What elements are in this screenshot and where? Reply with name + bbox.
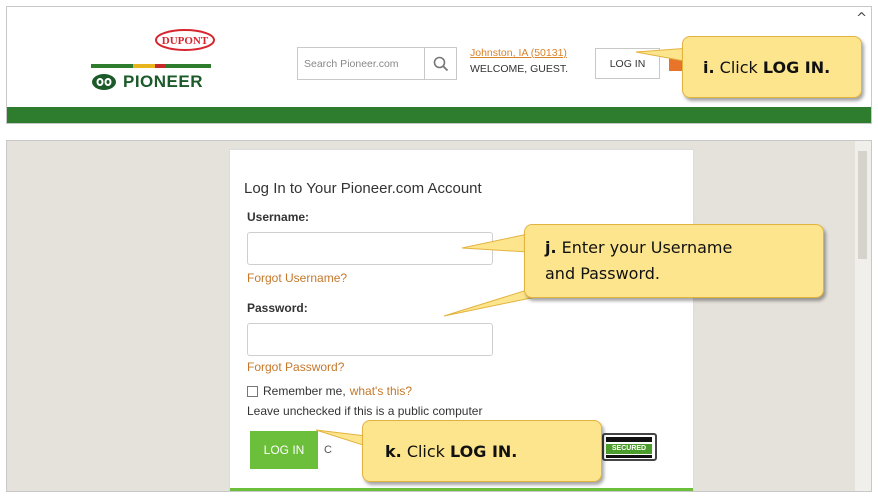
callout-i-text: Click: [719, 57, 758, 77]
callout-k-step: k.: [385, 441, 402, 461]
scrollbar[interactable]: [855, 141, 871, 491]
welcome-text: WELCOME, GUEST.: [470, 63, 569, 75]
remember-me-row: Remember me, what's this?: [247, 384, 412, 398]
callout-i-step: i.: [703, 57, 715, 77]
forgot-password-link[interactable]: Forgot Password?: [247, 360, 344, 374]
login-title: Log In to Your Pioneer.com Account: [244, 180, 482, 197]
callout-j-line2: and Password.: [545, 264, 661, 283]
callout-step-j: j. Enter your Username and Password.: [524, 224, 824, 298]
scroll-up-icon[interactable]: ^: [856, 11, 867, 26]
search-icon: [433, 56, 448, 71]
secured-badge: SECURED: [602, 433, 657, 461]
username-input[interactable]: [247, 232, 493, 265]
search-input[interactable]: [298, 48, 423, 79]
login-submit-button[interactable]: LOG IN: [250, 431, 318, 469]
forgot-username-link[interactable]: Forgot Username?: [247, 271, 347, 285]
password-label: Password:: [247, 301, 308, 315]
search-button[interactable]: [424, 48, 456, 79]
password-input[interactable]: [247, 323, 493, 356]
scrollbar-thumb[interactable]: [858, 151, 867, 259]
cancel-link-partial[interactable]: C: [324, 444, 332, 456]
callout-step-k: k. Click LOG IN.: [362, 420, 602, 482]
badge-text: SECURED: [606, 444, 652, 454]
nav-bar: [7, 107, 871, 123]
public-computer-hint: Leave unchecked if this is a public comp…: [247, 404, 483, 418]
username-label: Username:: [247, 210, 310, 224]
remember-me-checkbox[interactable]: [247, 385, 258, 397]
callout-j-step: j.: [545, 238, 557, 257]
callout-step-i: i. Click LOG IN.: [682, 36, 862, 98]
pioneer-logo[interactable]: PIONEER: [91, 72, 203, 92]
dupont-logo: DUPONT: [155, 29, 215, 51]
callout-i-bold: LOG IN.: [762, 57, 831, 77]
brand-stripes: [91, 63, 211, 69]
header-login-button[interactable]: LOG IN: [595, 48, 660, 79]
brand-name: PIONEER: [123, 72, 204, 91]
card-bottom-bar: [230, 488, 693, 491]
location-link[interactable]: Johnston, IA (50131): [470, 47, 567, 59]
callout-j-line1: Enter your Username: [561, 238, 733, 257]
callout-j-line1-row: j. Enter your Username: [545, 235, 732, 261]
callout-k-text: Click: [406, 441, 445, 461]
whats-this-link[interactable]: what's this?: [350, 384, 412, 398]
search-box: [297, 47, 457, 80]
remember-me-label: Remember me,: [263, 384, 346, 398]
svg-text:DUPONT: DUPONT: [162, 35, 209, 47]
callout-k-bold: LOG IN.: [450, 441, 518, 461]
pioneer-emblem-icon: [92, 74, 116, 90]
